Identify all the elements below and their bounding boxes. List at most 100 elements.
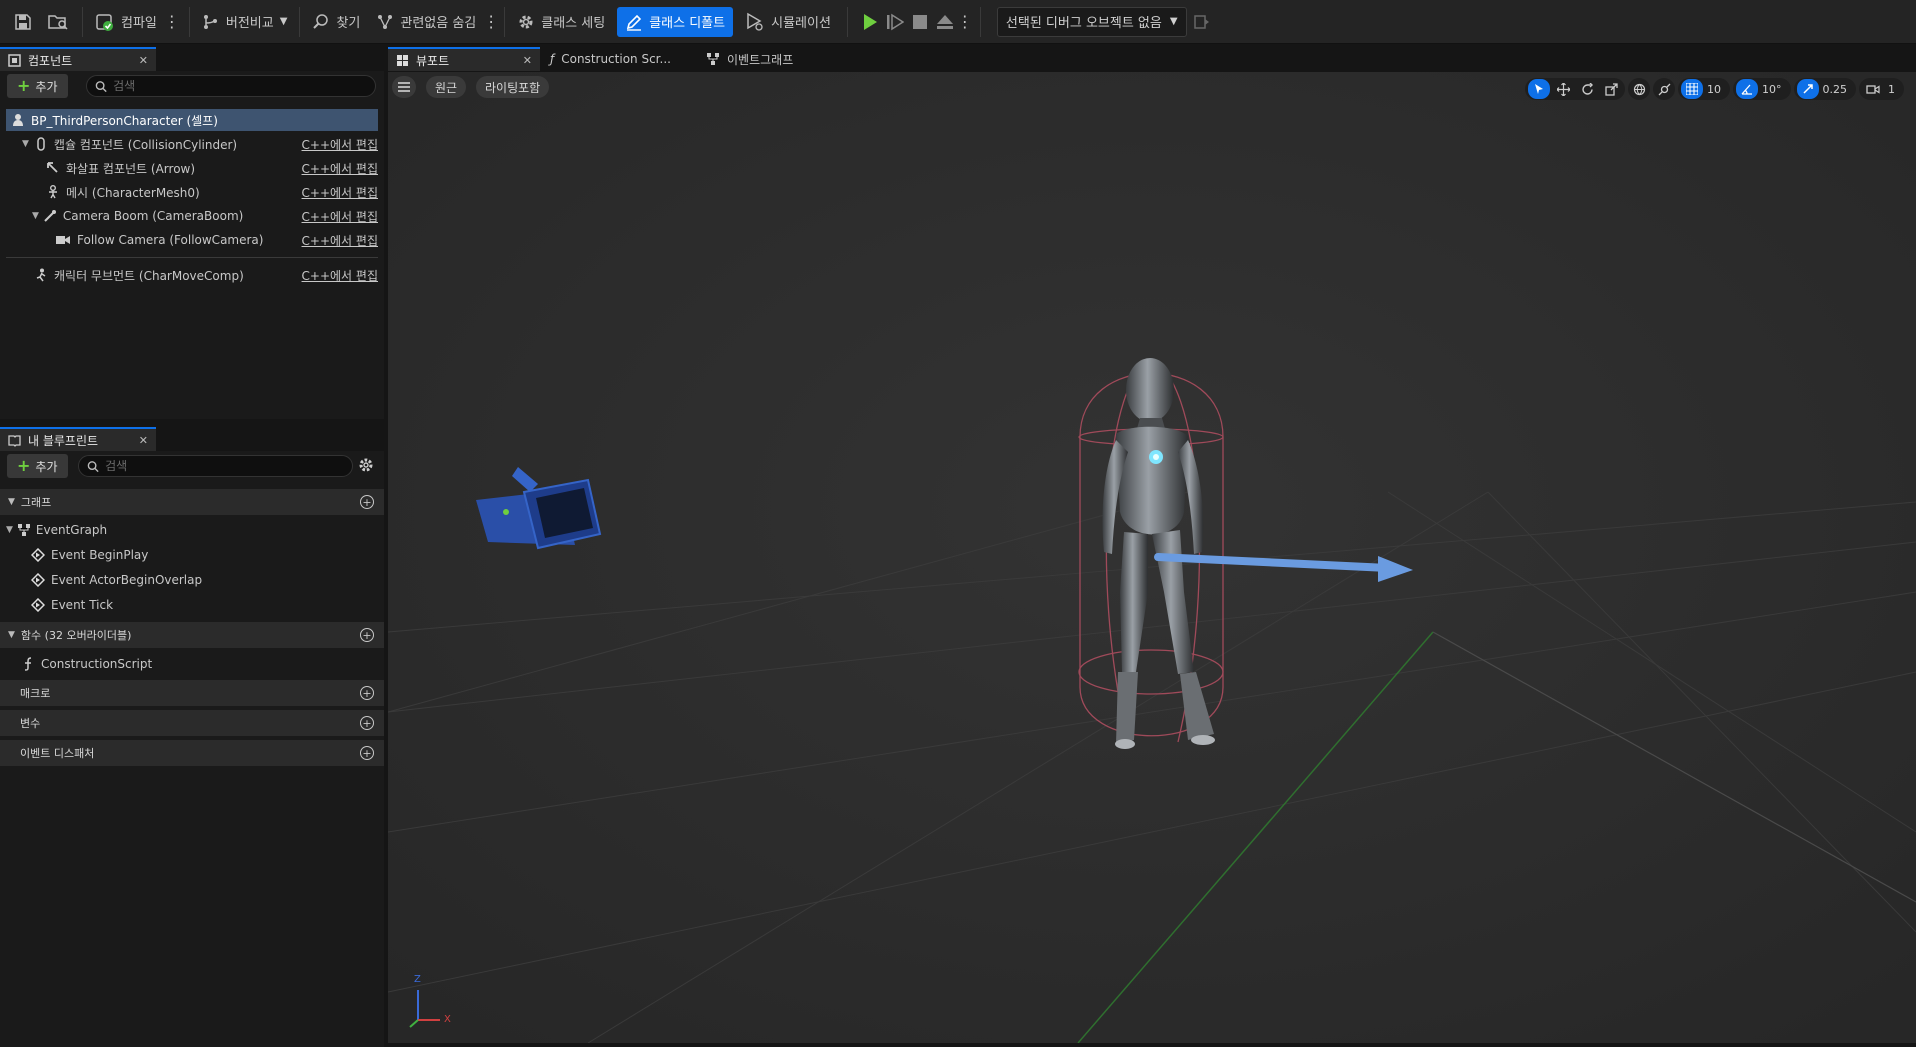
rotation-snap-value[interactable]: 10° [1760,83,1788,96]
viewport-menu-button[interactable] [392,76,416,98]
list-item-event[interactable]: Event Tick [0,593,384,617]
translate-tool-button[interactable] [1552,79,1574,99]
tab-construction-script[interactable]: ƒ Construction Scr... [540,47,700,71]
blueprint-settings-button[interactable] [358,457,374,473]
list-item-event-graph[interactable]: ▼ EventGraph [0,518,384,542]
close-icon[interactable]: ✕ [523,54,532,67]
add-graph-icon[interactable]: + [360,495,374,509]
tab-event-graph[interactable]: 이벤트그래프 [700,47,860,71]
add-blueprint-item-button[interactable]: + 추가 [7,454,68,478]
scale-tool-button[interactable] [1600,79,1622,99]
camera-speed-value[interactable]: 1 [1886,83,1901,96]
grid-snap-toggle[interactable] [1681,79,1703,99]
camera-speed-toggle[interactable] [1862,79,1884,99]
components-search[interactable] [86,75,376,97]
grid-snap-group[interactable]: 10 [1678,78,1730,100]
hide-unrelated-button[interactable]: 관련없음 숨김 [368,7,484,37]
section-variables[interactable]: 변수 + [0,710,384,736]
surface-snap-button[interactable] [1653,78,1675,100]
blueprint-search-input[interactable] [105,459,344,473]
add-variable-icon[interactable]: + [360,716,374,730]
debug-object-dropdown[interactable]: 선택된 디버그 오브젝트 없음 ▼ [996,6,1187,37]
components-icon [8,53,21,67]
close-icon[interactable]: ✕ [139,54,148,67]
add-macro-icon[interactable]: + [360,686,374,700]
close-icon[interactable]: ✕ [139,434,148,447]
section-event-dispatchers[interactable]: 이벤트 디스패처 + [0,740,384,766]
tree-item-capsule[interactable]: ▼ 캡슐 컴포넌트 (CollisionCylinder) C++에서 편집 [6,133,378,155]
add-component-button[interactable]: + 추가 [7,74,68,98]
tree-item-arrow[interactable]: 화살표 컴포넌트 (Arrow) C++에서 편집 [6,157,378,179]
scale-snap-toggle[interactable] [1796,79,1819,99]
play-options-kebab[interactable]: ⋮ [957,7,973,37]
step-button[interactable] [882,7,908,37]
arrow-component-icon [47,162,58,173]
tree-item-mesh[interactable]: 메시 (CharacterMesh0) C++에서 편집 [6,181,378,203]
viewport[interactable]: Z X 원근 라이팅포함 10 10° 0.25 1 [388,72,1916,1043]
simulation-play-icon [747,12,763,31]
tree-item-camera-boom[interactable]: ▼ Camera Boom (CameraBoom) C++에서 편집 [6,205,378,227]
tree-item-self[interactable]: BP_ThirdPersonCharacter (셀프) [6,109,378,131]
edit-in-cpp-link[interactable]: C++에서 편집 [302,160,378,177]
lighting-mode-button[interactable]: 라이팅포함 [476,76,550,98]
main-toolbar: 컴파일 ⋮ 버전비교 ▼ 찾기 관련없음 숨김 ⋮ 클래스 세팅 클래스 디폴트… [0,0,1916,44]
camera-speed-group[interactable]: 1 [1859,78,1904,100]
edit-in-cpp-link[interactable]: C++에서 편집 [302,184,378,201]
viewport-scene[interactable] [388,72,1916,1043]
toolbar-separator [188,6,190,37]
compile-check-icon [96,13,113,31]
collapse-arrow-icon[interactable]: ▼ [8,497,15,507]
rotation-snap-group[interactable]: 10° [1733,78,1791,100]
tree-item-char-movement[interactable]: 캐릭터 무브먼트 (CharMoveComp) C++에서 편집 [6,264,378,286]
browse-button[interactable] [44,7,78,37]
class-defaults-button[interactable]: 클래스 디폴트 [617,6,734,37]
expand-arrow-icon[interactable]: ▼ [22,139,29,149]
grid-snap-value[interactable]: 10 [1705,83,1727,96]
list-item-construction-script[interactable]: ConstructionScript [0,652,384,676]
tab-components[interactable]: 컴포넌트 ✕ [0,47,156,71]
debug-browse-button[interactable] [1187,7,1217,37]
simulation-button[interactable]: 시뮬레이션 [737,7,839,37]
tab-my-blueprint[interactable]: 내 블루프린트 ✕ [0,427,156,451]
event-diamond-icon [31,573,45,587]
coordinate-space-button[interactable] [1628,78,1650,100]
viewport-tab-label: 뷰포트 [416,53,450,68]
save-button[interactable] [0,7,44,37]
components-search-input[interactable] [113,79,367,93]
expand-arrow-icon[interactable]: ▼ [6,525,13,535]
compile-button[interactable]: 컴파일 [87,7,165,37]
compile-options-kebab[interactable]: ⋮ [164,7,180,37]
edit-in-cpp-link[interactable]: C++에서 편집 [302,232,378,249]
play-button[interactable] [852,7,882,37]
edit-in-cpp-link[interactable]: C++에서 편집 [302,267,378,284]
toolbar-separator [504,6,506,37]
edit-in-cpp-link[interactable]: C++에서 편집 [302,136,378,153]
edit-in-cpp-link[interactable]: C++에서 편집 [302,208,378,225]
class-settings-button[interactable]: 클래스 세팅 [509,7,613,37]
diff-button[interactable]: 버전비교 ▼ [194,7,296,37]
collapse-arrow-icon[interactable]: ▼ [8,630,15,640]
rotate-tool-button[interactable] [1576,79,1598,99]
blueprint-search[interactable] [78,455,353,477]
add-event-dispatcher-icon[interactable]: + [360,746,374,760]
section-macros[interactable]: 매크로 + [0,680,384,706]
event-label: Event BeginPlay [51,548,149,562]
stop-button[interactable] [908,7,932,37]
tab-viewport[interactable]: 뷰포트 ✕ [388,47,540,71]
list-item-event[interactable]: Event ActorBeginOverlap [0,568,384,592]
find-button[interactable]: 찾기 [304,7,368,37]
add-function-icon[interactable]: + [360,628,374,642]
section-graphs[interactable]: ▼ 그래프 + [0,489,384,515]
section-functions[interactable]: ▼ 함수 (32 오버라이더블) + [0,622,384,648]
list-item-event[interactable]: Event BeginPlay [0,543,384,567]
scale-snap-group[interactable]: 0.25 [1793,78,1856,100]
rotation-snap-toggle[interactable] [1736,79,1758,99]
hide-unrelated-kebab[interactable]: ⋮ [483,7,499,37]
select-tool-button[interactable] [1528,79,1550,99]
eject-button[interactable] [932,7,958,37]
perspective-button[interactable]: 원근 [426,76,467,98]
expand-arrow-icon[interactable]: ▼ [32,211,39,221]
tree-item-follow-camera[interactable]: Follow Camera (FollowCamera) C++에서 편집 [6,229,378,251]
scale-snap-value[interactable]: 0.25 [1821,83,1854,96]
search-icon [95,80,107,92]
